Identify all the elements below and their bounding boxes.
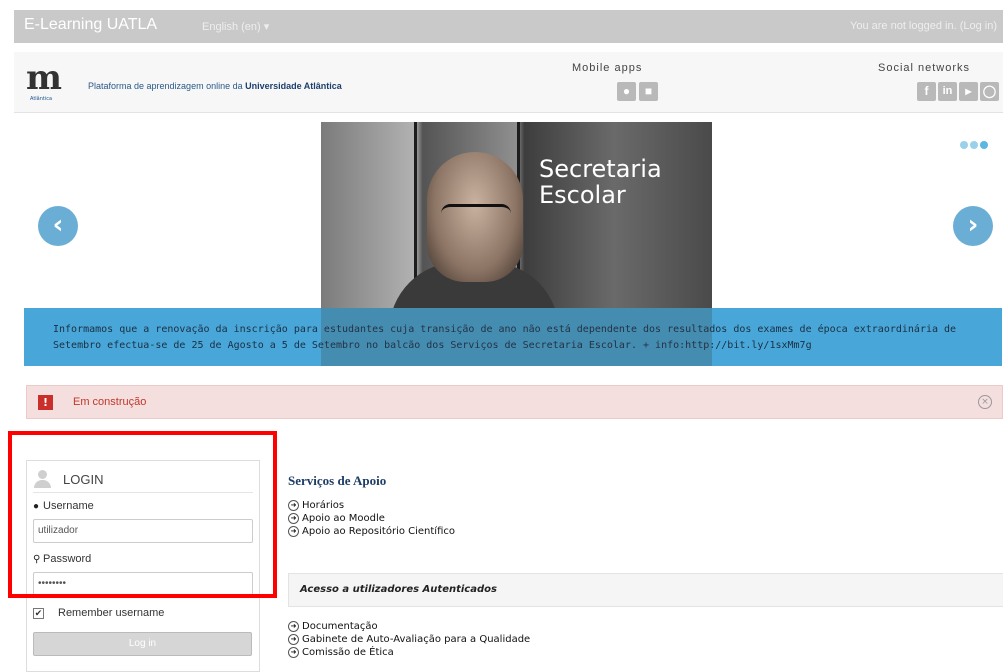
photo-overlay-shade — [321, 308, 712, 366]
arrow-circle-icon: ➜ — [288, 646, 299, 658]
apple-icon[interactable]: ● — [617, 82, 636, 101]
services-link-list: ➜ Horários ➜ Apoio ao Moodle ➜ Apoio ao Rep… — [288, 499, 455, 538]
list-item[interactable]: ➜ Comissão de Ética — [288, 646, 530, 659]
carousel-dot[interactable] — [970, 141, 978, 149]
list-item[interactable]: ➜ Apoio ao Repositório Científico — [288, 525, 455, 538]
construction-alert: ! Em construção × — [26, 385, 1003, 419]
social-networks-title: Social networks — [878, 62, 971, 74]
tagline-university: Universidade Atlântica — [245, 81, 342, 91]
slide-title-line2: Escolar — [539, 181, 626, 209]
list-item[interactable]: ➜ Documentação — [288, 620, 530, 633]
top-navbar: E-Learning UATLA English (en) ▾ You are … — [14, 10, 1003, 43]
android-icon[interactable]: ■ — [639, 82, 658, 101]
link-text[interactable]: Gabinete de Auto-Avaliação para a Qualid… — [302, 634, 530, 645]
carousel-next-button[interactable]: › — [953, 206, 993, 246]
link-text[interactable]: Apoio ao Moodle — [302, 513, 385, 524]
arrow-circle-icon: ➜ — [288, 525, 299, 537]
list-item[interactable]: ➜ Apoio ao Moodle — [288, 512, 455, 525]
person-glasses — [441, 204, 511, 223]
authenticated-title: Acesso a utilizadores Autenticados — [300, 584, 497, 595]
arrow-circle-icon: ➜ — [288, 512, 299, 524]
language-selector[interactable]: English (en) ▾ — [202, 20, 269, 33]
login-button[interactable]: Log in — [33, 632, 252, 656]
close-icon[interactable]: × — [978, 395, 992, 409]
services-title: Serviços de Apoio — [288, 473, 387, 488]
arrow-circle-icon: ➜ — [288, 499, 299, 511]
slide-photo — [321, 122, 712, 322]
authenticated-access-header: Acesso a utilizadores Autenticados — [288, 573, 1003, 607]
alert-text: Em construção — [73, 396, 147, 408]
remember-username-row: ✔ Remember username — [33, 607, 164, 619]
platform-tagline: Plataforma de aprendizagem online da Uni… — [88, 81, 342, 91]
remember-checkbox[interactable]: ✔ — [33, 607, 44, 619]
logo-letter: m — [26, 58, 62, 98]
mobile-apps-title: Mobile apps — [572, 62, 643, 74]
carousel-dot-active[interactable] — [980, 141, 988, 149]
warning-icon: ! — [38, 395, 53, 410]
link-text[interactable]: Apoio ao Repositório Científico — [302, 526, 455, 537]
arrow-circle-icon: ➜ — [288, 620, 299, 632]
slide-title: Secretaria Escolar — [539, 156, 662, 208]
arrow-circle-icon: ➜ — [288, 633, 299, 645]
carousel-dot[interactable] — [960, 141, 968, 149]
university-logo[interactable]: m Atlântica — [26, 58, 66, 102]
site-brand-link[interactable]: E-Learning UATLA — [24, 16, 157, 34]
logo-subtitle: Atlântica — [30, 96, 53, 102]
link-text[interactable]: Comissão de Ética — [302, 647, 394, 658]
remember-label: Remember username — [58, 607, 165, 619]
authenticated-link-list: ➜ Documentação ➜ Gabinete de Auto-Avaliaçã… — [288, 620, 530, 659]
other-social-icon[interactable]: ◯ — [980, 82, 999, 101]
carousel-indicators — [960, 134, 990, 153]
facebook-icon[interactable]: f — [917, 82, 936, 101]
slide-title-line1: Secretaria — [539, 155, 662, 183]
list-item[interactable]: ➜ Horários — [288, 499, 455, 512]
carousel-prev-button[interactable]: ‹ — [38, 206, 78, 246]
site-header: m Atlântica Plataforma de aprendizagem o… — [14, 52, 1003, 113]
list-item[interactable]: ➜ Gabinete de Auto-Avaliação para a Quali… — [288, 633, 530, 646]
tagline-prefix: Plataforma de aprendizagem online da — [88, 81, 246, 91]
linkedin-icon[interactable]: in — [938, 82, 957, 101]
youtube-icon[interactable]: ▶ — [959, 82, 978, 101]
highlight-annotation-box — [8, 431, 277, 598]
link-text[interactable]: Documentação — [302, 621, 378, 632]
login-status-link[interactable]: You are not logged in. (Log in) — [850, 20, 997, 32]
link-text[interactable]: Horários — [302, 500, 344, 511]
